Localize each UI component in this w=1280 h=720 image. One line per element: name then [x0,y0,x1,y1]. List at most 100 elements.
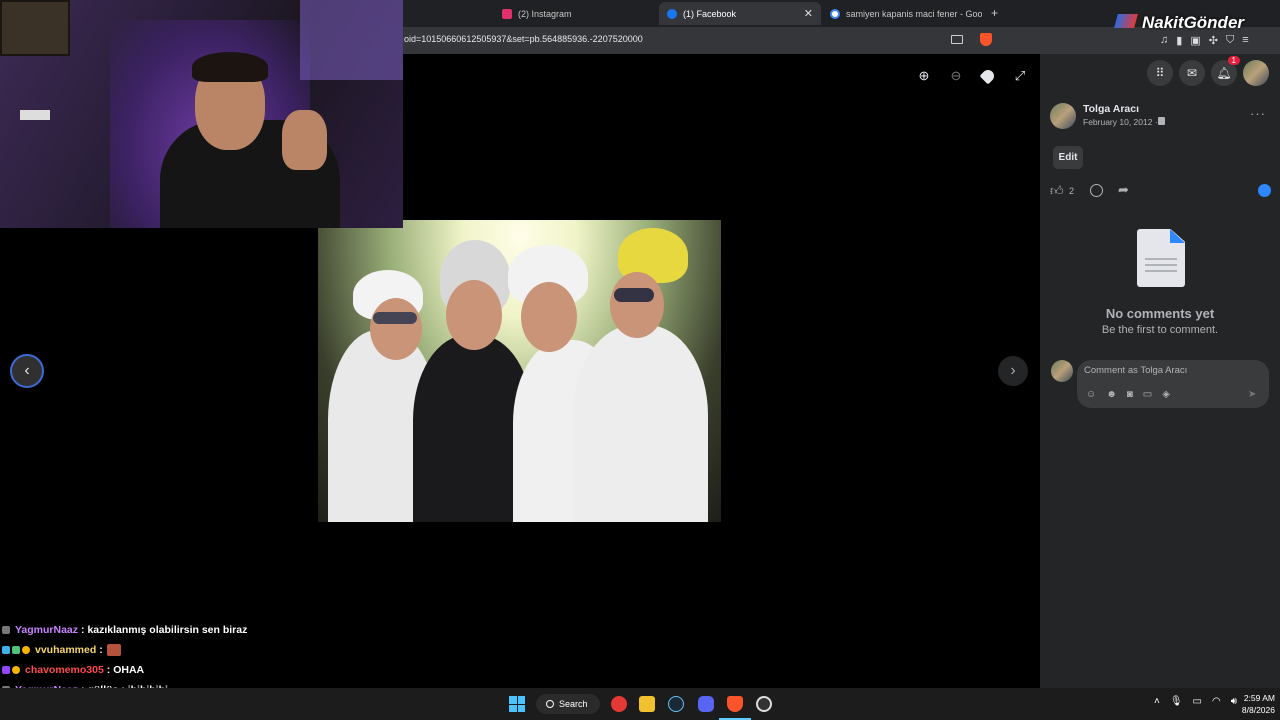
streamer-hair [192,52,268,82]
messenger-icon: ✉ [1186,66,1198,80]
document-lines [1145,258,1177,260]
share-icon[interactable]: ➦ [1118,182,1129,198]
no-comments-title: No comments yet [1105,306,1215,321]
zoom-out-icon: ⊖ [950,68,962,83]
wifi-icon[interactable]: ◠ [1212,696,1221,707]
windows-icon [517,704,525,712]
app-icon[interactable] [611,696,627,712]
taskbar-time[interactable]: 2:59 AM [1225,693,1275,703]
zoom-in-button[interactable]: ⊕ [911,63,937,89]
window-light [300,0,403,80]
start-button[interactable] [509,696,525,712]
overlay-logo: NakitGönder [1142,13,1245,32]
privacy-lock-icon[interactable] [1158,117,1165,125]
browser-toolbar-icons: ♫ ▮ ▣ ✣ ⛉ ≡ [1160,34,1249,47]
sunglasses-shape [373,312,417,324]
comment-icon[interactable] [1090,184,1103,197]
extensions-icon[interactable]: ✣ [1209,34,1218,47]
google-icon [830,8,840,19]
wall-sign [20,110,50,120]
search-label: Search [559,699,588,709]
chat-message: YagmurNaaz : kazıklanmış olabilirsin sen… [2,620,402,640]
obs-icon[interactable] [756,696,772,712]
microphone-icon[interactable]: 🎙︎ [1170,696,1183,707]
tab-instagram[interactable]: (2) Instagram [494,2,654,25]
previous-photo-button[interactable]: ‹ [10,354,44,388]
messenger-button[interactable]: ✉ [1179,60,1205,86]
tag-icon [979,67,997,85]
taskbar-search[interactable]: Search [536,694,600,714]
search-icon [546,700,554,708]
zoom-out-button[interactable]: ⊖ [943,63,969,89]
no-comments-subtitle: Be the first to comment. [1101,324,1219,336]
bell-icon: 🔔︎ [1216,66,1232,80]
tab-google[interactable]: samiyen kapanis maci fener - Google [822,2,982,25]
chat-badge-icon [2,626,10,634]
cast-icon[interactable] [951,35,963,44]
network-icon[interactable]: ▭ [1193,696,1202,707]
notifications-button[interactable]: 🔔︎ 1 [1211,56,1240,86]
menu-icon[interactable]: ≡ [1242,34,1248,47]
music-icon[interactable]: ♫ [1160,34,1168,47]
tab-label: (1) Facebook [683,8,737,19]
author-avatar[interactable] [1050,103,1076,129]
photo-figure [521,282,577,352]
chat-message: chavomemo305 : OHAA [2,660,402,680]
post-photo[interactable] [318,220,721,522]
chat-text: : [99,644,103,656]
gif-icon[interactable]: ▭ [1143,389,1152,400]
brave-shield-icon[interactable] [980,33,992,46]
chat-badge-icon [12,666,20,674]
close-tab-icon[interactable]: ✕ [804,7,813,20]
commenter-avatar[interactable] [1051,360,1073,382]
send-icon[interactable]: ➤ [1248,389,1256,400]
fullscreen-button[interactable]: ⤢ [1007,63,1033,89]
streamer-hand [282,110,327,170]
chat-text: : kazıklanmış olabilirsin sen biraz [81,624,248,636]
like-reaction-icon [1258,184,1271,197]
file-explorer-icon[interactable] [639,696,655,712]
chevron-left-icon: ‹ [24,362,30,379]
chat-text: : OHAA [106,664,145,676]
comment-tools: ☺ ☻ ◙ ▭ ◈ [1086,389,1170,400]
windows-icon [509,696,517,704]
grid-icon: ⠿ [1155,66,1165,80]
tray-chevron-icon[interactable]: ˄ [1154,696,1160,707]
nakitgonder-logo-icon [1114,14,1138,28]
author-name[interactable]: Tolga Aracı [1083,103,1139,115]
discord-icon[interactable] [698,696,714,712]
post-date[interactable]: February 10, 2012 · [1083,117,1158,127]
next-photo-button[interactable]: › [998,356,1028,386]
fullscreen-icon: ⤢ [1014,68,1026,83]
taskbar-date[interactable]: 8/8/2026 [1225,705,1275,715]
menu-grid-button[interactable]: ⠿ [1147,60,1173,86]
tag-button[interactable] [975,63,1001,89]
tab-facebook[interactable]: (1) Facebook ✕ [659,2,821,25]
new-tab-button[interactable]: + [991,6,998,20]
more-options-icon[interactable]: ··· [1250,106,1266,121]
chat-username: chavomemo305 [25,664,104,676]
instagram-icon [502,8,512,19]
avatar-sticker-icon[interactable]: ☺ [1086,389,1096,400]
account-avatar[interactable] [1243,60,1269,86]
camera-icon[interactable]: ◙ [1127,389,1133,400]
brave-icon[interactable] [727,696,743,712]
comment-input[interactable]: Comment as Tolga Aracı [1084,365,1187,376]
chat-badge-icon [2,666,10,674]
chat-username: YagmurNaaz [15,624,79,636]
shield-icon[interactable]: ⛉ [1226,34,1234,47]
sticker-icon[interactable]: ◈ [1162,389,1170,400]
chat-badge-icon [22,646,30,654]
zoom-in-icon: ⊕ [918,68,930,83]
like-count[interactable]: 2 [1069,186,1074,196]
like-icon[interactable]: 👍︎ [1050,183,1064,199]
chat-emote [106,644,121,656]
chat-badge-icon [12,646,20,654]
steam-icon[interactable] [668,696,684,712]
windows-icon [509,704,517,712]
url-text[interactable]: oid=10150660612505937&set=pb.564885936.-… [404,34,643,44]
sidebar-icon[interactable]: ▮ [1176,34,1182,47]
wallet-icon[interactable]: ▣ [1190,34,1200,47]
emoji-icon[interactable]: ☻ [1106,389,1117,400]
edit-button[interactable]: Edit [1053,146,1083,169]
